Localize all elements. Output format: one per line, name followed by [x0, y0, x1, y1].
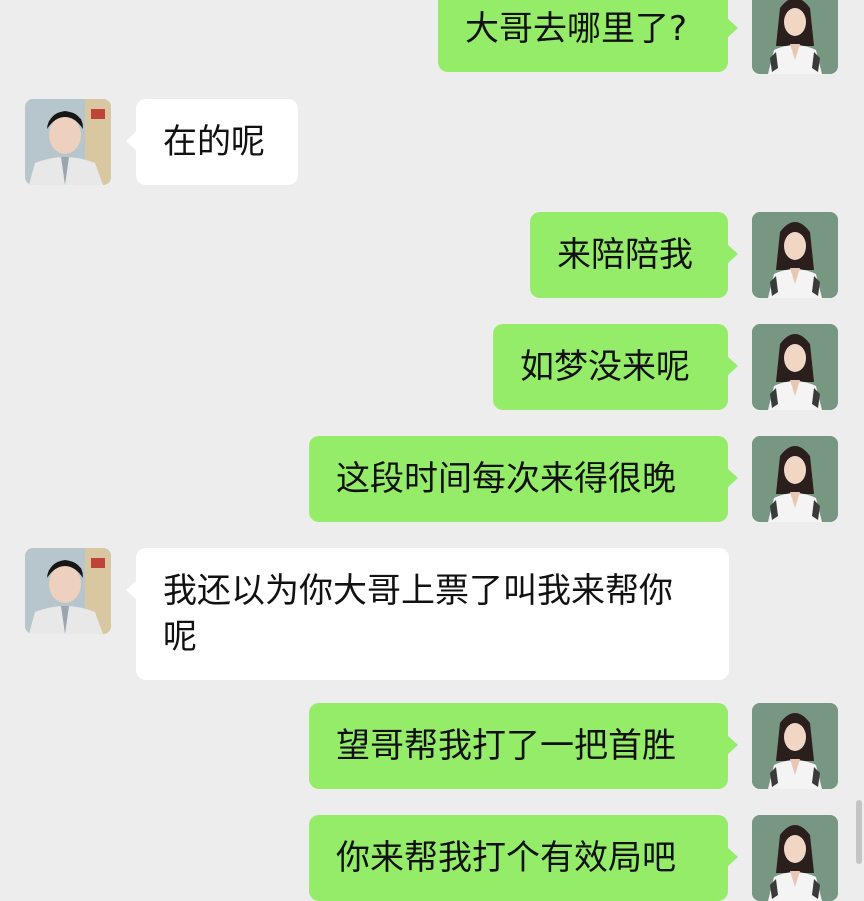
message-text: 如梦没来呢	[520, 347, 690, 387]
message-text: 来陪陪我	[557, 235, 693, 275]
message-text: 你来帮我打个有效局吧	[336, 838, 676, 878]
woman-avatar[interactable]	[752, 436, 838, 522]
message-bubble-outgoing[interactable]: 大哥去哪里了?	[438, 0, 738, 72]
man-avatar[interactable]	[25, 99, 111, 185]
woman-avatar[interactable]	[752, 0, 838, 74]
message-bubble-outgoing[interactable]: 如梦没来呢	[493, 324, 738, 410]
message-bubble-outgoing[interactable]: 你来帮我打个有效局吧	[309, 815, 738, 901]
message-text: 大哥去哪里了?	[465, 9, 688, 49]
message-bubble-outgoing[interactable]: 这段时间每次来得很晚	[309, 436, 738, 522]
woman-avatar[interactable]	[752, 815, 838, 901]
man-avatar[interactable]	[25, 548, 111, 634]
message-bubble-outgoing[interactable]: 望哥帮我打了一把首胜	[309, 703, 738, 789]
message-bubble-outgoing[interactable]: 来陪陪我	[530, 212, 738, 298]
message-text: 我还以为你大哥上票了叫我来帮你呢	[163, 571, 673, 657]
message-text: 在的呢	[163, 122, 265, 162]
message-text: 这段时间每次来得很晚	[336, 459, 676, 499]
woman-avatar[interactable]	[752, 703, 838, 789]
woman-avatar[interactable]	[752, 212, 838, 298]
message-bubble-incoming[interactable]: 在的呢	[126, 99, 298, 185]
scrollbar[interactable]	[856, 800, 862, 864]
message-bubble-incoming[interactable]: 我还以为你大哥上票了叫我来帮你呢	[126, 548, 729, 680]
woman-avatar[interactable]	[752, 324, 838, 410]
message-text: 望哥帮我打了一把首胜	[336, 726, 676, 766]
chat-message-list: 大哥去哪里了? 在的呢 来陪陪我 如梦没来呢 这段时间每次来得很晚 我还以为你大…	[0, 0, 864, 901]
